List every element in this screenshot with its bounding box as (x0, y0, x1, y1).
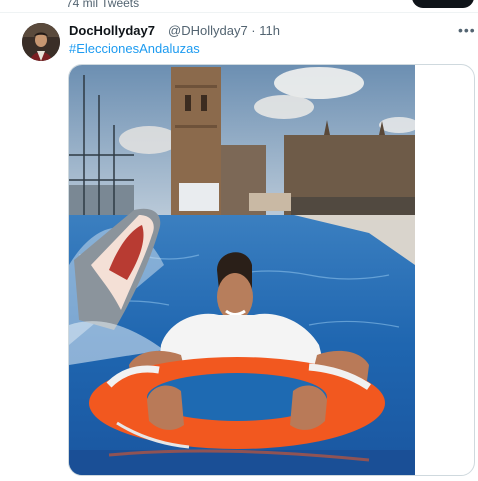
avatar-image (22, 23, 60, 61)
follow-button[interactable] (412, 0, 474, 8)
divider (0, 12, 478, 13)
author-name[interactable]: DocHollyday7 (69, 23, 155, 38)
tweet-count: 74 mil Tweets (66, 0, 140, 10)
top-strip: 74 mil Tweets (0, 0, 478, 12)
tweet-photo (69, 65, 415, 475)
author-handle-time[interactable]: @DHollyday7 · 11h (168, 23, 280, 38)
author-avatar[interactable] (22, 23, 60, 61)
more-horizontal-icon[interactable]: ••• (458, 22, 476, 38)
tweet-media[interactable] (68, 64, 475, 476)
hashtag-link[interactable]: #EleccionesAndaluzas (69, 41, 200, 56)
